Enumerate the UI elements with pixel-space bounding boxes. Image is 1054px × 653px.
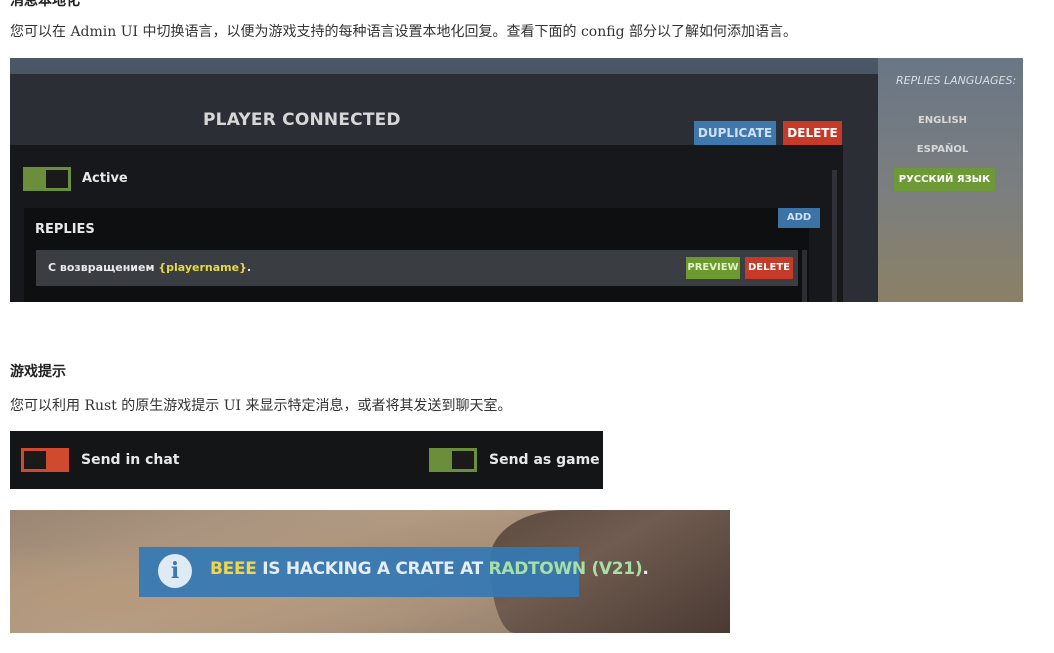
send-as-game-tip-label: Send as game tip [489, 452, 603, 468]
add-reply-button[interactable]: ADD [778, 208, 820, 228]
game-tip-text: BEEE IS HACKING A CRATE AT RADTOWN (V21)… [210, 559, 649, 579]
game-tips-paragraph: 您可以利用 Rust 的原生游戏提示 UI 来显示特定消息，或者将其发送到聊天室… [10, 398, 512, 414]
preview-button[interactable]: PREVIEW [686, 257, 740, 279]
reply-text: С возвращением {playername}. [48, 261, 251, 274]
info-icon: i [158, 554, 192, 588]
send-options-screenshot: Send in chat Send as game tip [10, 431, 603, 489]
toggle-knob [452, 451, 474, 469]
active-toggle[interactable] [23, 167, 71, 191]
send-in-chat-toggle[interactable] [21, 448, 69, 472]
language-russian[interactable]: РУССКИЙ ЯЗЫК [894, 168, 995, 191]
reply-variable: {playername} [158, 261, 247, 274]
reply-text-prefix: С возвращением [48, 261, 159, 274]
editor-scrollbar[interactable] [832, 170, 837, 302]
language-espanol[interactable]: ESPAÑOL [905, 143, 980, 157]
section-heading-game-tips: 游戏提示 [10, 364, 66, 380]
tip-middle-text: IS HACKING A CRATE AT [256, 559, 489, 579]
admin-ui-screenshot: PLAYER CONNECTED DUPLICATE DELETE Active… [10, 58, 1023, 302]
toggle-knob [24, 451, 46, 469]
send-as-game-tip-toggle[interactable] [429, 448, 477, 472]
localization-paragraph: 您可以在 Admin UI 中切换语言，以便为游戏支持的每种语言设置本地化回复。… [10, 24, 798, 40]
tip-player-name: BEEE [210, 559, 257, 579]
game-tip-screenshot: i BEEE IS HACKING A CRATE AT RADTOWN (V2… [10, 510, 730, 633]
language-english[interactable]: ENGLISH [905, 114, 980, 128]
replies-heading: REPLIES [35, 222, 95, 237]
send-in-chat-label: Send in chat [81, 452, 180, 468]
delete-button[interactable]: DELETE [783, 121, 842, 145]
tip-location: RADTOWN (V21) [488, 559, 643, 579]
duplicate-button[interactable]: DUPLICATE [694, 121, 776, 145]
languages-title: REPLIES LANGUAGES: [896, 74, 1017, 87]
toggle-knob [46, 170, 68, 188]
editor-title: PLAYER CONNECTED [203, 110, 401, 130]
reply-text-suffix: . [246, 261, 252, 274]
section-heading-localization: 消息本地化 [10, 0, 80, 9]
active-label: Active [82, 171, 128, 186]
tip-end: . [642, 559, 649, 579]
replies-scrollbar[interactable] [802, 250, 807, 302]
reply-delete-button[interactable]: DELETE [745, 257, 793, 279]
